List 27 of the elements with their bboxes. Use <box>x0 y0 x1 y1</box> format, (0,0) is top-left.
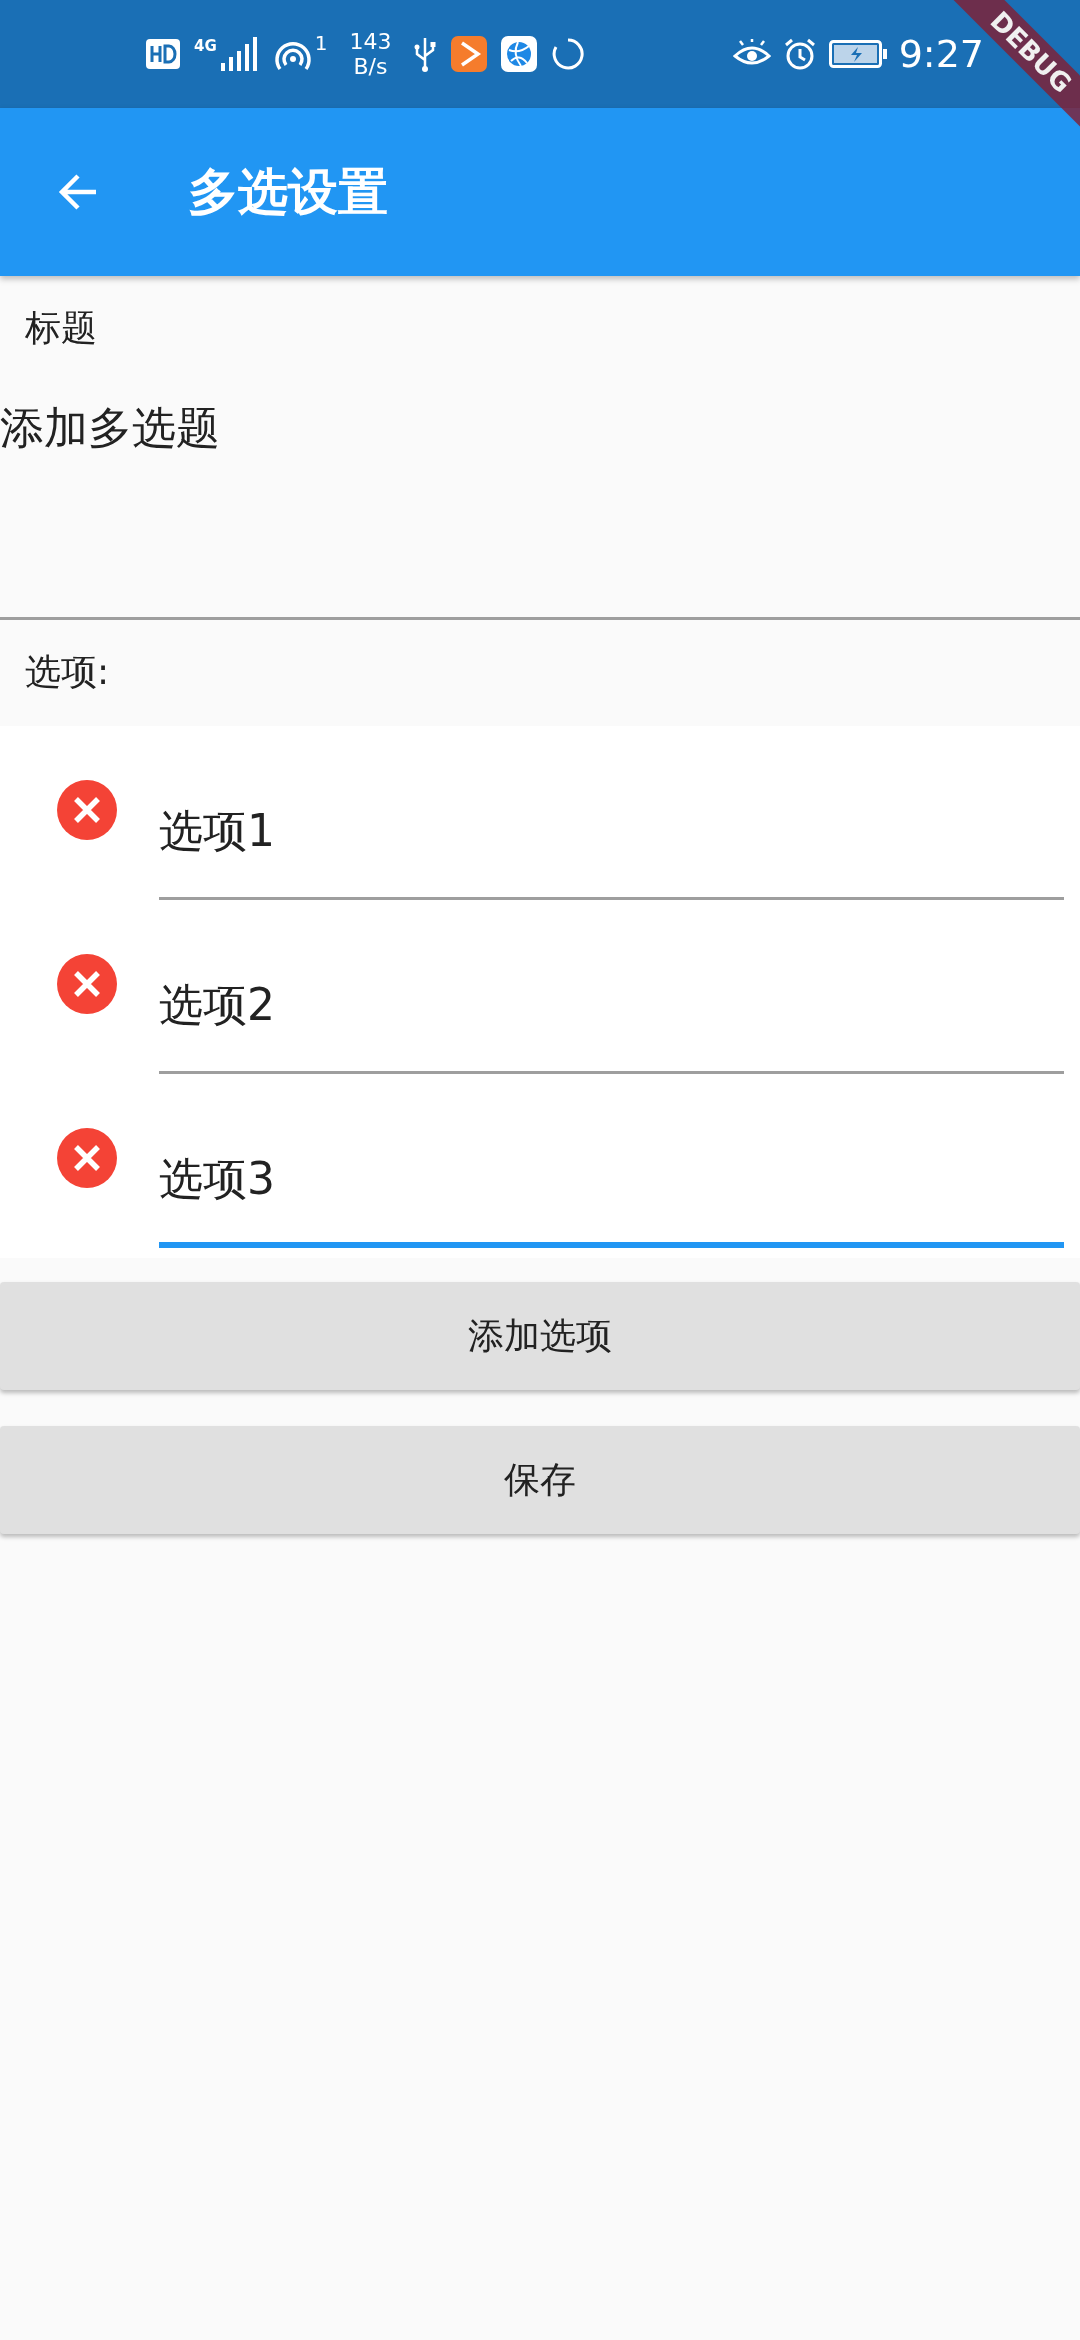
section-label: 选项: <box>24 650 111 694</box>
back-arrow-icon <box>58 172 98 212</box>
screen-title: 多选设置 <box>188 161 388 223</box>
speed-value: 143 <box>349 29 392 54</box>
alarm-clock-icon <box>782 37 817 71</box>
remove-icon <box>57 780 117 840</box>
hd-icon <box>146 39 180 69</box>
option-input-field[interactable]: 选项2 <box>159 976 1064 1074</box>
field-label: 标题 <box>24 306 98 350</box>
signal-icon <box>218 37 259 71</box>
option-input-field[interactable]: 选项1 <box>159 802 1064 900</box>
globe-app-icon <box>501 36 538 72</box>
action-button[interactable]: 保存 <box>0 1426 1080 1534</box>
remove-icon <box>57 954 117 1014</box>
network-type-label: 4G <box>194 37 217 55</box>
speed-unit: B/s <box>353 54 388 79</box>
clock-time: 9:27 <box>898 32 984 76</box>
play-app-icon <box>451 36 488 72</box>
hotspot-count: 1 <box>314 31 328 55</box>
battery-charging-icon <box>828 40 887 68</box>
loading-ring-icon <box>551 37 586 71</box>
title-field[interactable]: 标题 添加多选题 <box>0 276 1080 620</box>
remove-icon <box>57 1128 117 1188</box>
usb-icon <box>413 36 438 72</box>
action-button[interactable]: 添加选项 <box>0 1282 1080 1390</box>
field-value: 添加多选题 <box>0 401 221 455</box>
option-input-field[interactable]: 选项3 <box>159 1150 1064 1248</box>
